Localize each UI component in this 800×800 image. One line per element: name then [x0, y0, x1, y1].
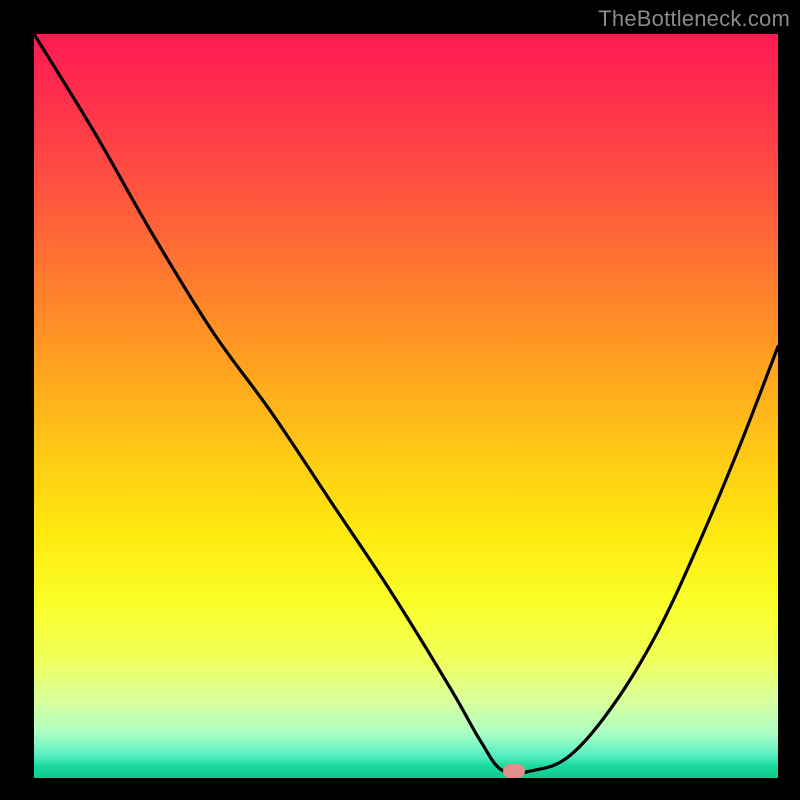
watermark-text: TheBottleneck.com [598, 6, 790, 32]
bottleneck-curve [34, 34, 778, 774]
plot-area [34, 34, 778, 778]
curve-svg [34, 34, 778, 778]
trough-marker [503, 764, 525, 778]
chart-frame: TheBottleneck.com [0, 0, 800, 800]
